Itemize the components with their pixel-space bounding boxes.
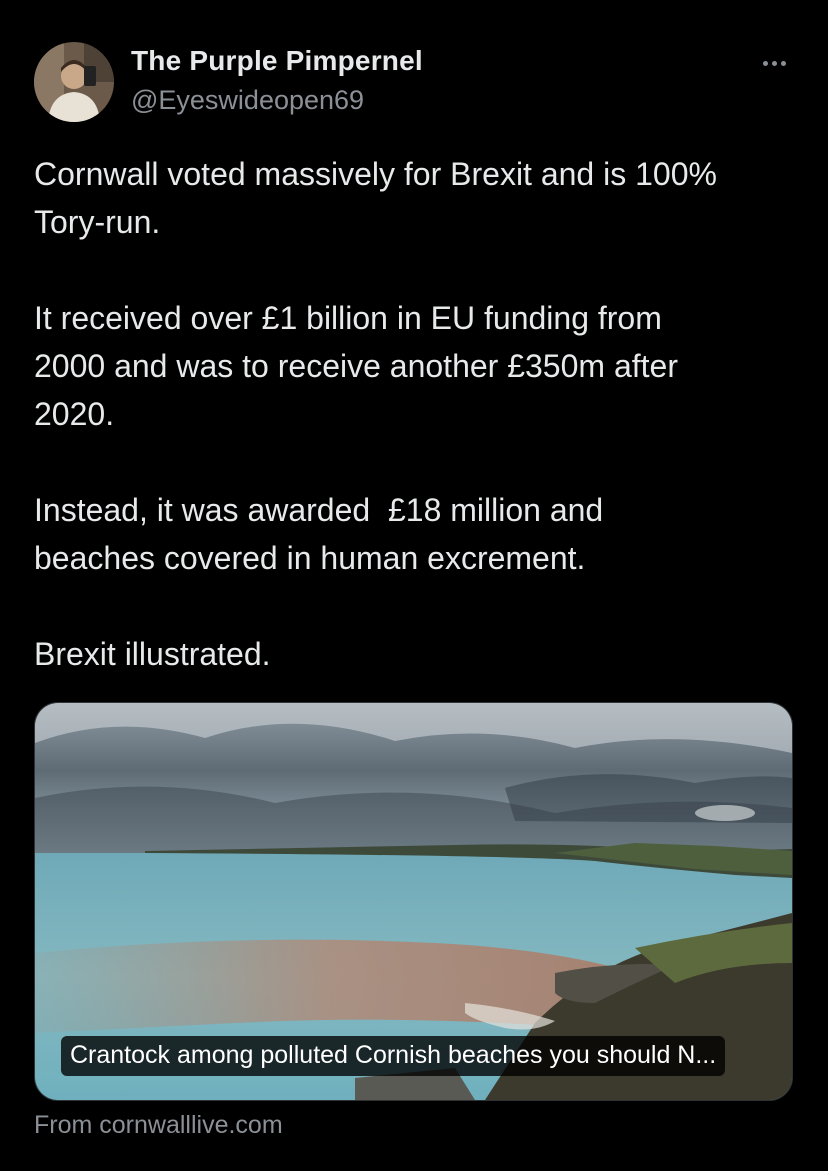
link-preview-card[interactable]: Crantock among polluted Cornish beaches … (34, 702, 793, 1101)
author-handle[interactable]: @Eyeswideopen69 (131, 82, 423, 118)
tweet-paragraph: Cornwall voted massively for Brexit and … (34, 156, 717, 240)
avatar-image (34, 42, 114, 122)
tweet-paragraph: It received over £1 billion in EU fundin… (34, 300, 678, 432)
author-display-name[interactable]: The Purple Pimpernel (131, 42, 423, 80)
tweet-paragraph: Instead, it was awarded £18 million and … (34, 492, 604, 576)
more-horizontal-icon (762, 60, 768, 66)
more-horizontal-icon (780, 60, 786, 66)
more-options-button[interactable] (752, 48, 796, 78)
card-caption: Crantock among polluted Cornish beaches … (61, 1036, 726, 1076)
tweet-paragraph: Brexit illustrated. (34, 636, 271, 672)
author-names: The Purple Pimpernel @Eyeswideopen69 (131, 42, 423, 118)
more-horizontal-icon (771, 60, 777, 66)
avatar[interactable] (34, 42, 114, 122)
tweet: The Purple Pimpernel @Eyeswideopen69 Cor… (0, 0, 828, 1171)
tweet-text: Cornwall voted massively for Brexit and … (34, 150, 794, 678)
card-source-link[interactable]: From cornwalllive.com (34, 1108, 283, 1142)
